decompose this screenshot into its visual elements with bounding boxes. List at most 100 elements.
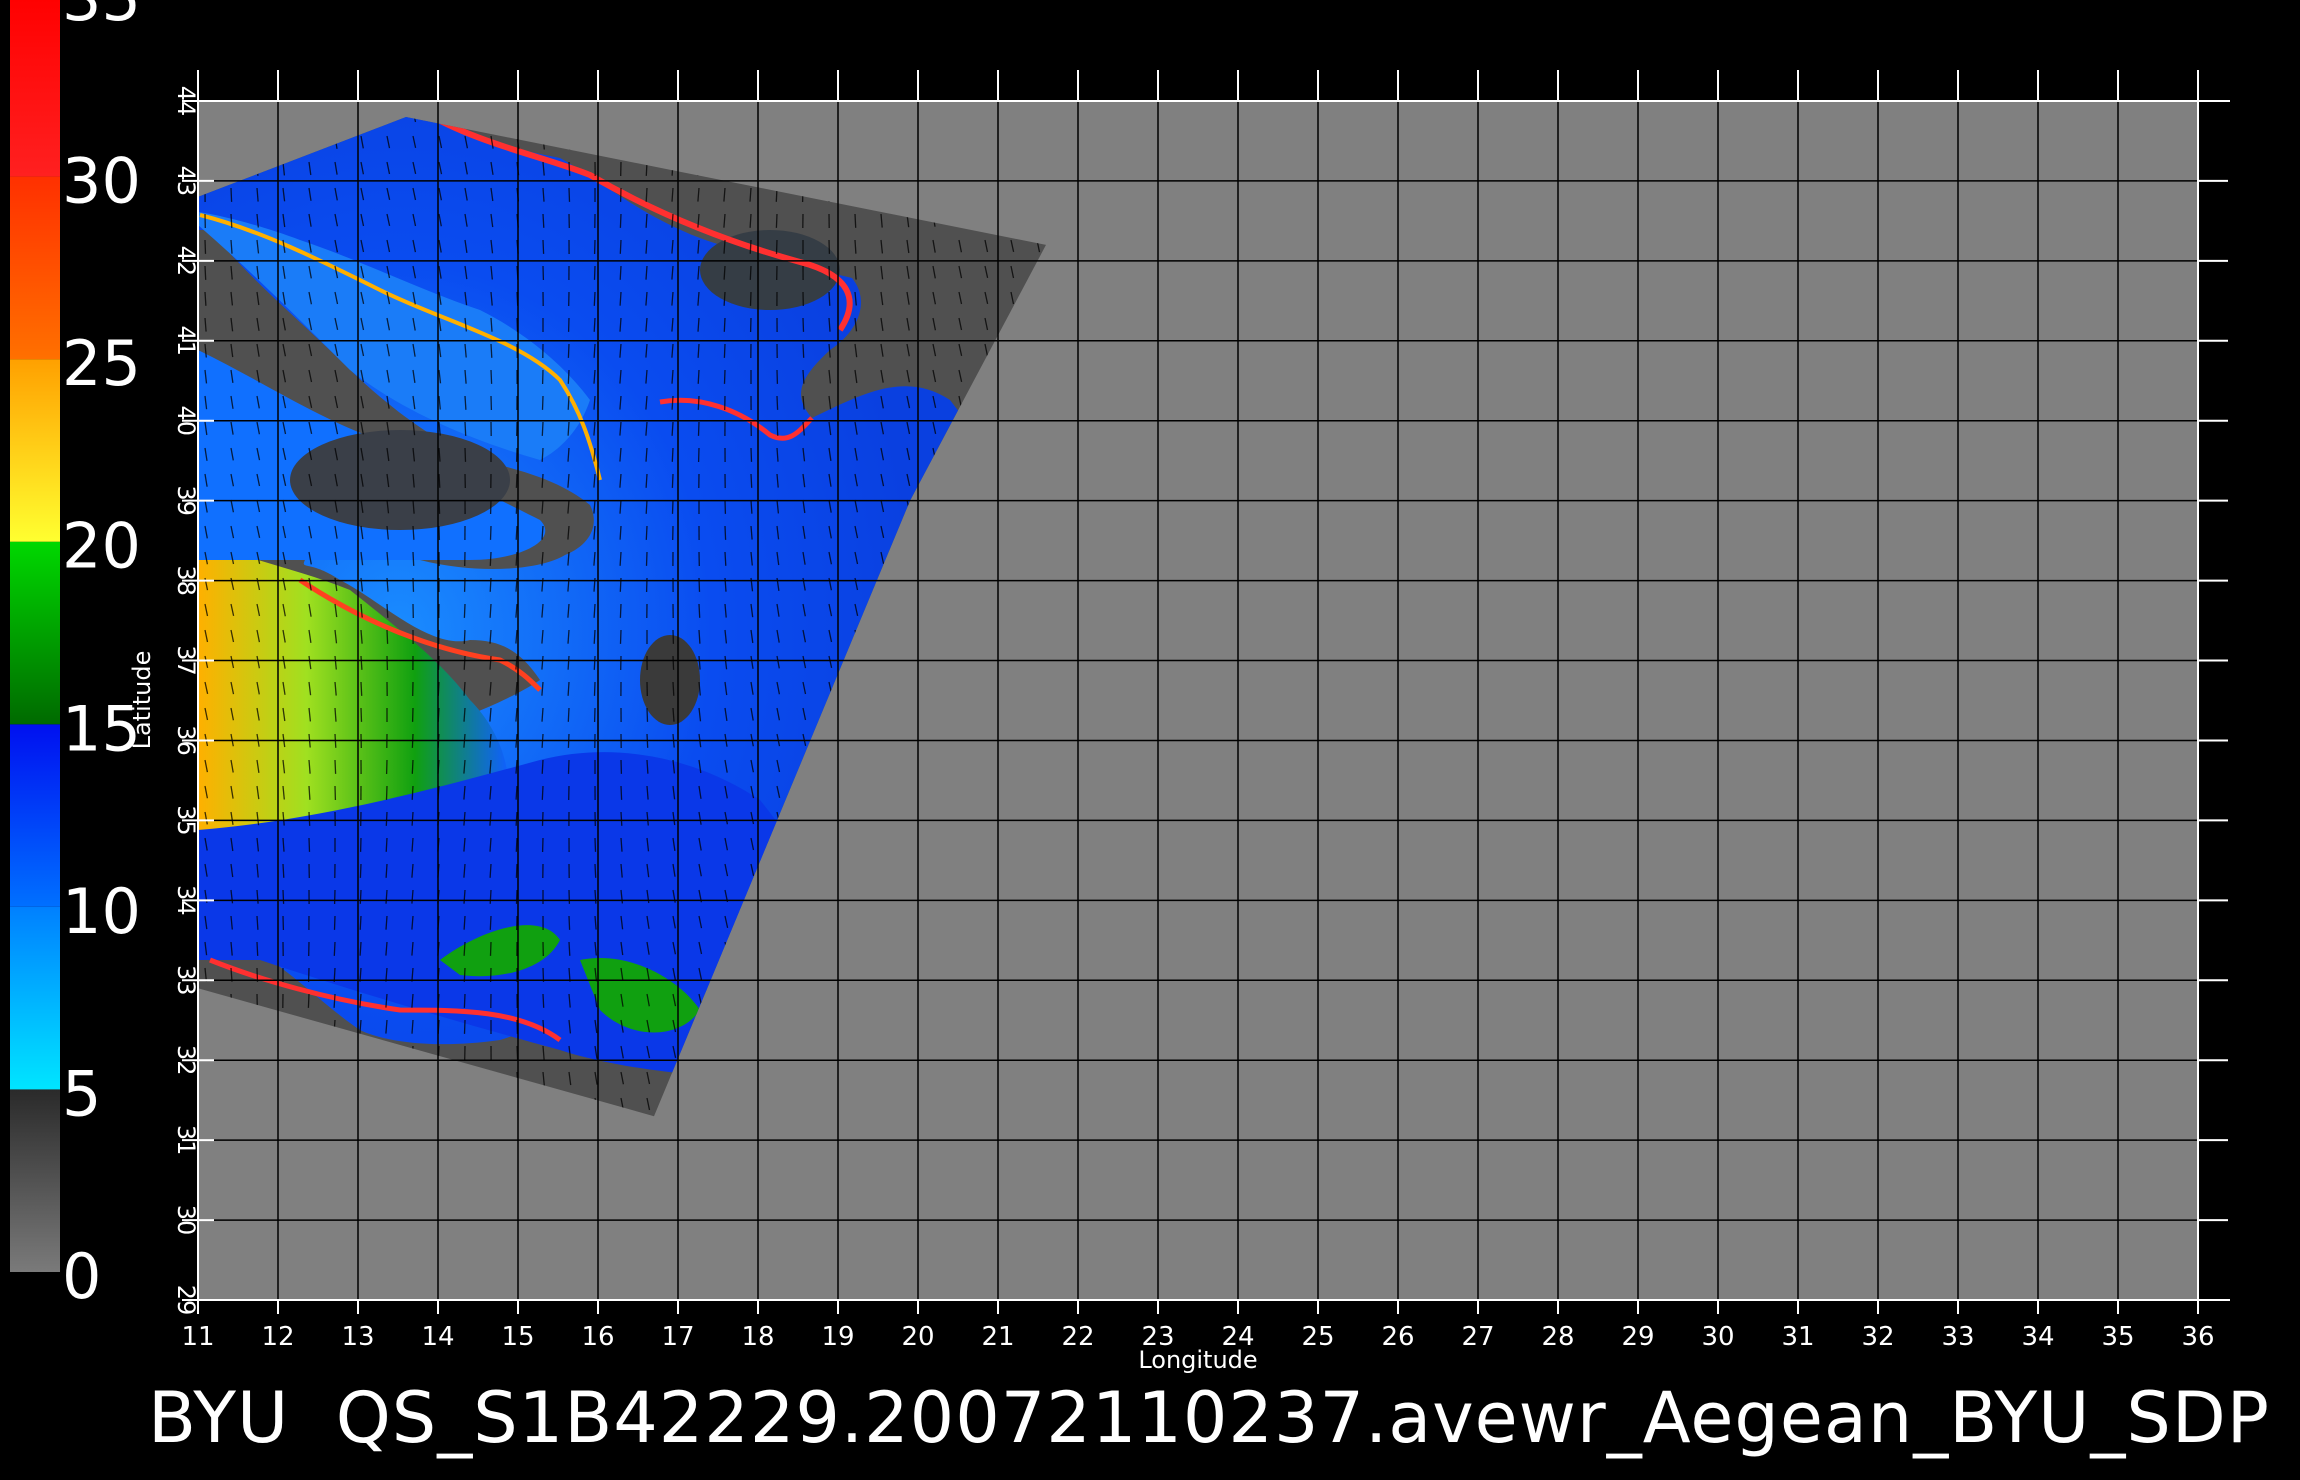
wind-vector xyxy=(386,603,389,618)
x-tick-label: 16 xyxy=(581,1322,614,1352)
wind-vector xyxy=(593,655,596,670)
colorbar-tick-label: 25 xyxy=(62,327,141,400)
wind-vector xyxy=(619,551,622,566)
wind-vector xyxy=(775,213,778,228)
wind-vector xyxy=(308,837,311,852)
x-tick-label: 36 xyxy=(2181,1322,2214,1352)
y-tick-label: 39 xyxy=(172,485,200,516)
wind-vector xyxy=(256,941,259,956)
wind-vector xyxy=(411,811,414,826)
wind-vector xyxy=(671,421,674,436)
wind-vector xyxy=(464,447,467,462)
wind-vector xyxy=(515,785,518,800)
wind-vector xyxy=(489,525,492,540)
wind-vector xyxy=(489,941,492,956)
wind-vector xyxy=(724,551,727,566)
x-tick-label: 26 xyxy=(1381,1322,1414,1352)
wind-vector xyxy=(645,551,648,566)
wind-vector xyxy=(593,681,596,696)
low-wind-patch xyxy=(640,635,700,725)
colorbar-segment xyxy=(10,541,60,725)
y-tick-label: 36 xyxy=(172,725,200,756)
wind-vector xyxy=(828,265,831,280)
wind-vector xyxy=(672,681,675,696)
wind-vector xyxy=(541,811,544,826)
x-tick-label: 34 xyxy=(2021,1322,2054,1352)
y-tick-label: 32 xyxy=(172,1045,200,1076)
product-title: BYU QS_S1B42229.20072110237.avewr_Aegean… xyxy=(148,1377,2270,1459)
x-tick-label: 15 xyxy=(501,1322,534,1352)
wind-vector xyxy=(593,265,596,280)
wind-vector xyxy=(619,291,622,306)
y-tick-label: 38 xyxy=(172,565,200,596)
wind-vector xyxy=(438,473,441,488)
wind-vector xyxy=(619,265,622,280)
x-tick-label: 19 xyxy=(821,1322,854,1352)
x-tick-label: 11 xyxy=(181,1322,214,1352)
wind-vector xyxy=(619,629,622,644)
wind-vector xyxy=(567,421,570,436)
wind-vector xyxy=(698,629,701,644)
wind-vector xyxy=(412,551,415,566)
wind-vector xyxy=(333,941,336,956)
wind-vector xyxy=(282,863,285,878)
wind-vector xyxy=(594,889,597,904)
wind-vector xyxy=(645,473,648,488)
wind-vector xyxy=(620,785,623,800)
wind-vector xyxy=(515,889,518,904)
wind-vector xyxy=(204,239,207,254)
wind-vector xyxy=(490,343,493,358)
wind-vector xyxy=(230,213,233,228)
wind-vector xyxy=(646,707,649,722)
wind-vector xyxy=(567,395,570,410)
wind-vector xyxy=(515,473,518,488)
y-tick-label: 35 xyxy=(172,805,200,836)
wind-vector xyxy=(282,889,285,904)
wind-vector xyxy=(256,915,259,930)
wind-vector xyxy=(645,213,648,228)
wind-vector xyxy=(645,187,648,202)
x-tick-label: 33 xyxy=(1941,1322,1974,1352)
wind-vector xyxy=(541,759,544,774)
wind-vector xyxy=(750,473,753,488)
x-tick-label: 27 xyxy=(1461,1322,1494,1352)
wind-vector xyxy=(542,993,545,1008)
wind-vector xyxy=(802,369,805,384)
wind-vector xyxy=(750,447,753,462)
wind-vector xyxy=(802,343,805,358)
wind-vector xyxy=(593,629,596,644)
x-tick-label: 29 xyxy=(1621,1322,1654,1352)
wind-vector xyxy=(385,863,388,878)
y-tick-label: 37 xyxy=(172,645,200,676)
wind-vector xyxy=(568,941,571,956)
colorbar-tick-label: 20 xyxy=(62,510,141,583)
y-tick-label: 40 xyxy=(172,405,200,436)
wind-vector xyxy=(854,239,857,254)
wind-vector xyxy=(541,395,544,410)
y-tick-label: 31 xyxy=(172,1125,200,1156)
x-tick-label: 13 xyxy=(341,1322,374,1352)
wind-vector xyxy=(646,759,649,774)
wind-vector xyxy=(359,941,362,956)
wind-vector xyxy=(490,369,493,384)
x-tick-label: 35 xyxy=(2101,1322,2134,1352)
colorbar-segment xyxy=(10,176,60,360)
wind-vector xyxy=(567,369,570,384)
colorbar-tick-label: 5 xyxy=(62,1057,101,1130)
low-wind-patch xyxy=(290,430,510,530)
wind-vector xyxy=(360,655,363,670)
colorbar-tick-label: 0 xyxy=(62,1240,101,1313)
wind-vector xyxy=(463,1019,466,1034)
colorbar-segment xyxy=(10,0,60,177)
colorbar-segment xyxy=(10,1089,60,1272)
x-tick-label: 25 xyxy=(1301,1322,1334,1352)
wind-vector xyxy=(489,915,492,930)
x-tick-label: 31 xyxy=(1781,1322,1814,1352)
wind-vector xyxy=(359,915,362,930)
colorbar-tick-label: 10 xyxy=(62,875,141,948)
x-tick-label: 21 xyxy=(981,1322,1014,1352)
x-tick-label: 18 xyxy=(741,1322,774,1352)
wind-vector xyxy=(463,681,466,696)
wind-vector xyxy=(541,785,544,800)
wind-vector xyxy=(749,239,752,254)
